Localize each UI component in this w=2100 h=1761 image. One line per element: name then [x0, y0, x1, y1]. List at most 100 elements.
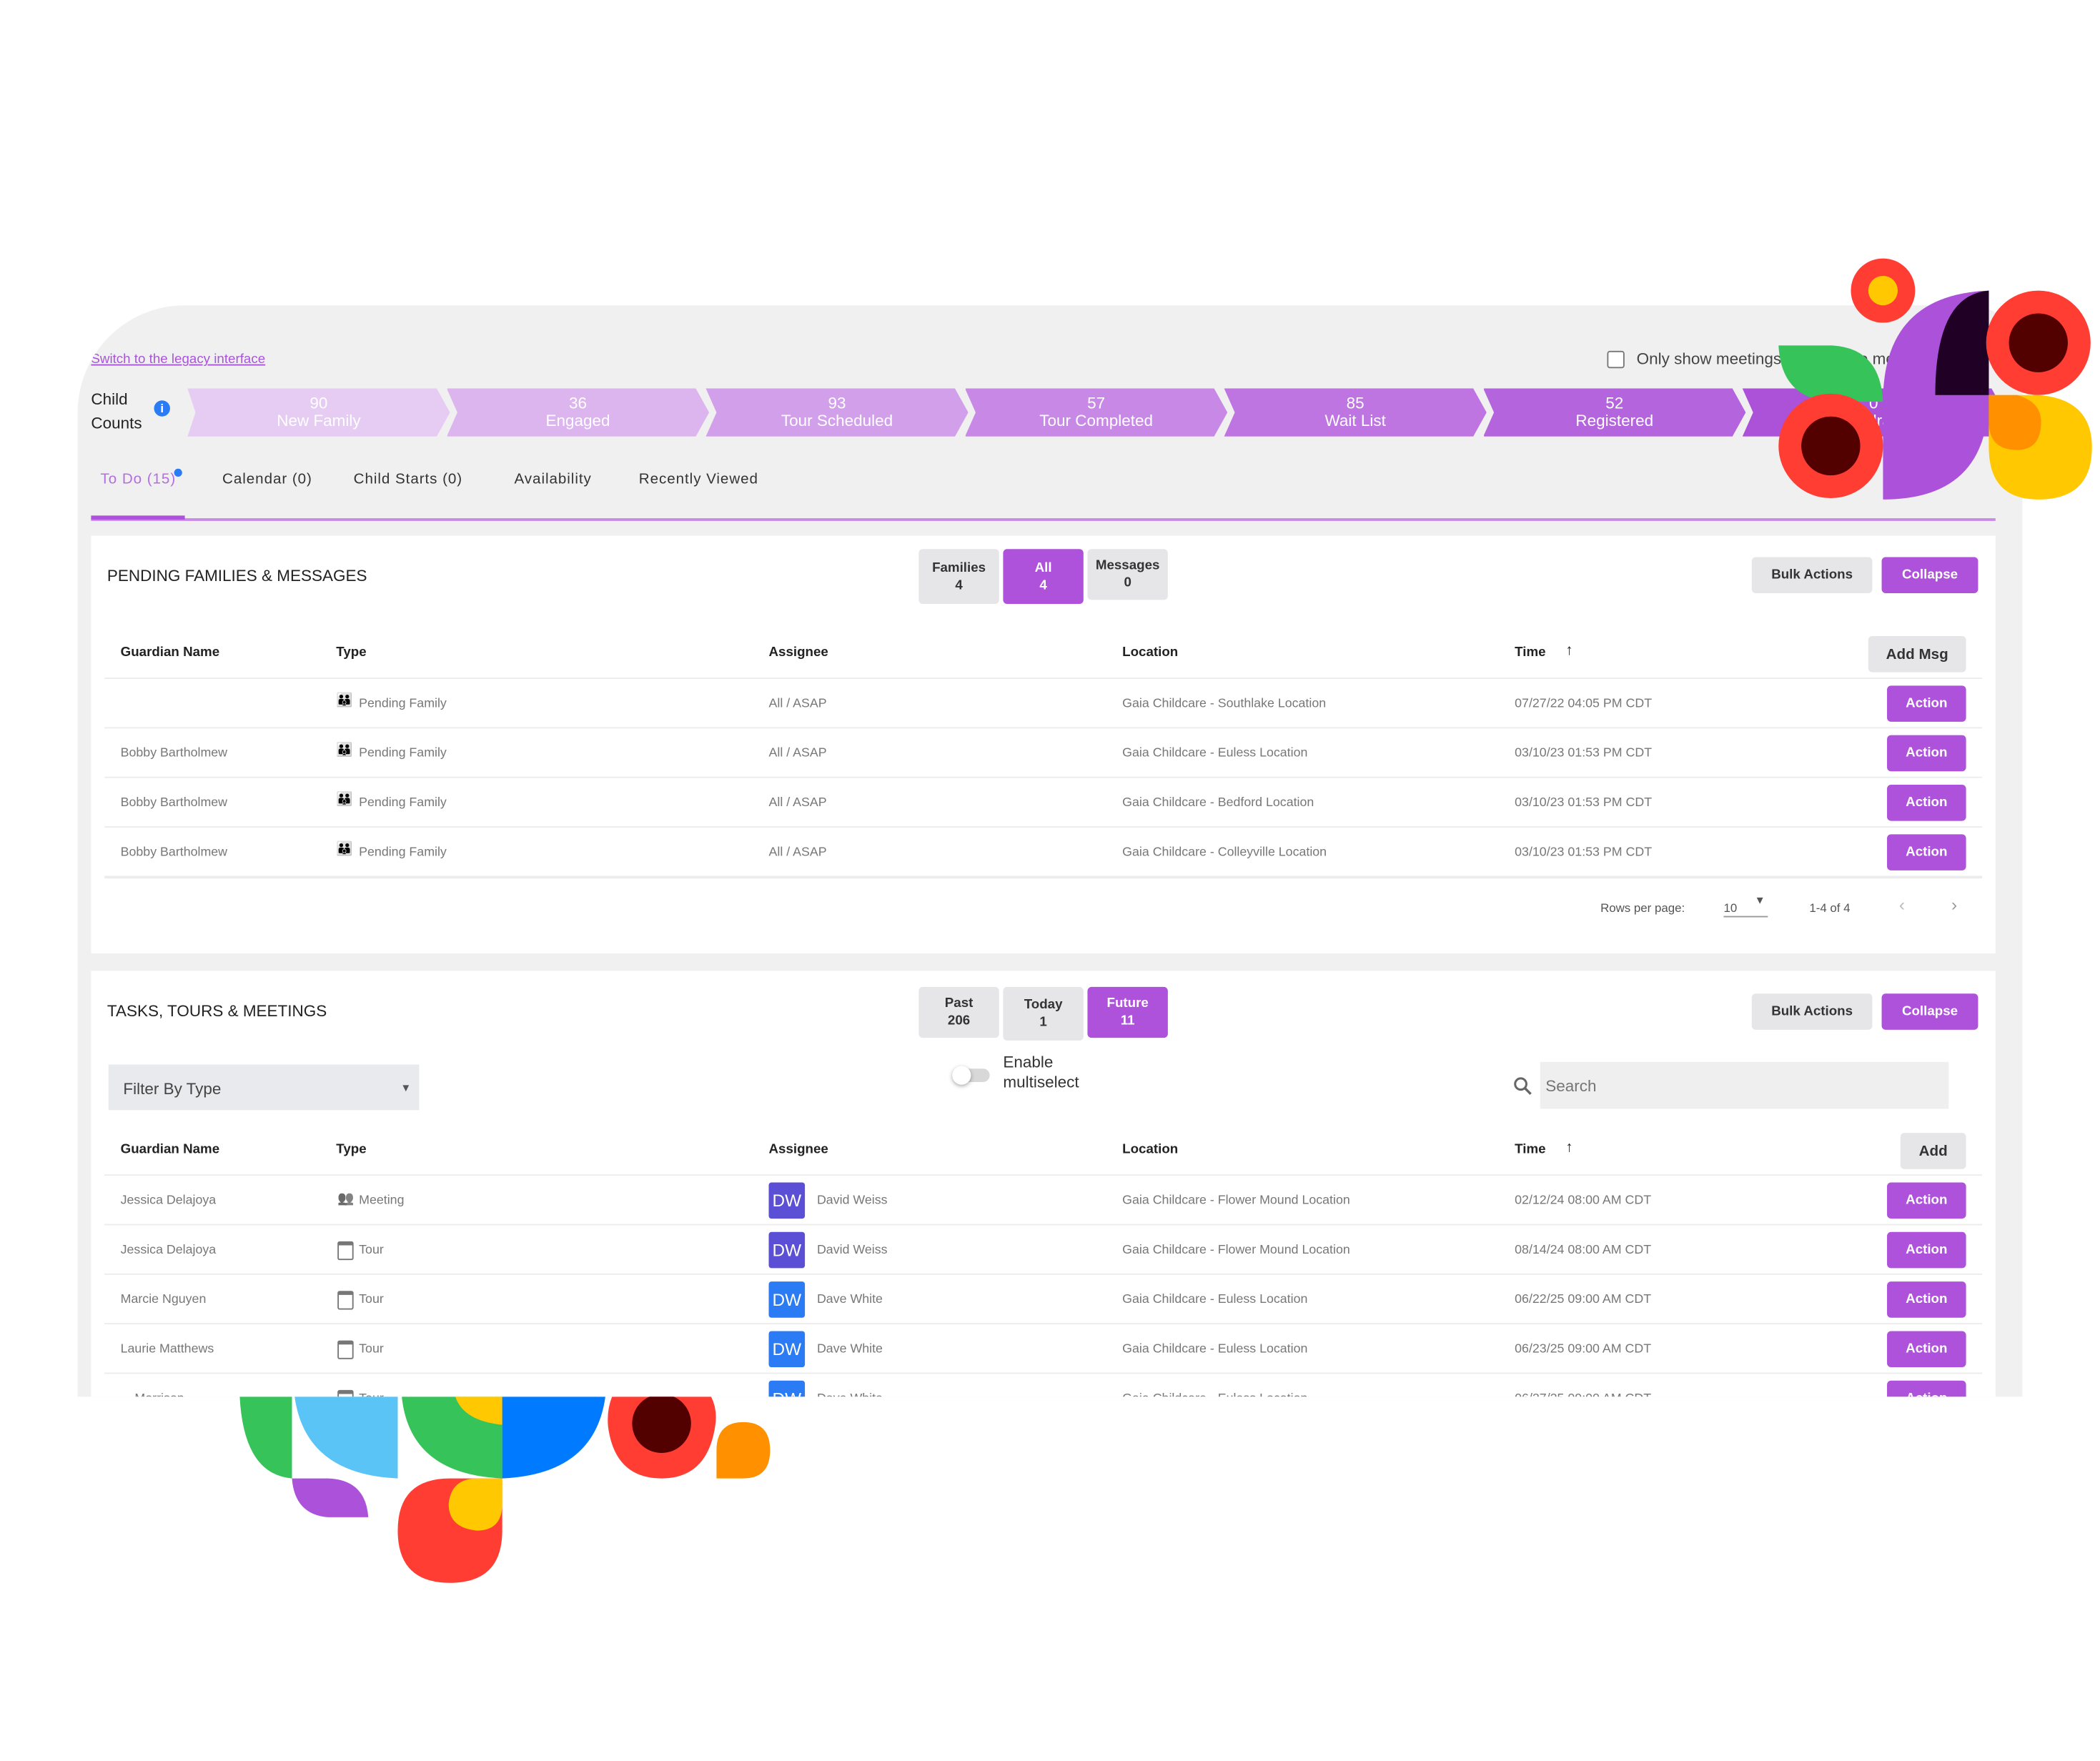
pipeline-stage-registered[interactable]: 52Registered: [1483, 388, 1745, 436]
prev-page-icon[interactable]: ‹: [1899, 895, 1905, 915]
avatar: DW: [769, 1281, 806, 1318]
segment-past[interactable]: Past206: [918, 987, 999, 1038]
location-text: Gaia Childcare - Euless Location: [1122, 1292, 1307, 1307]
collapse-button[interactable]: Collapse: [1882, 993, 1978, 1030]
tab-to-do[interactable]: To Do (15): [101, 472, 177, 487]
avatar: DW: [769, 1331, 806, 1367]
info-icon[interactable]: i: [154, 400, 169, 416]
multiselect-toggle[interactable]: [955, 1068, 990, 1082]
search-input[interactable]: [1540, 1062, 1948, 1109]
segment-future[interactable]: Future11: [1087, 987, 1167, 1038]
assignee-text: Dave White: [817, 1392, 883, 1397]
type-text: Tour: [359, 1292, 384, 1307]
rows-per-page-select[interactable]: 10 ▼: [1723, 895, 1768, 918]
add-button[interactable]: Add: [1901, 1133, 1966, 1169]
guardian-name[interactable]: Laurie Matthews: [121, 1341, 214, 1356]
type-text: Pending Family: [359, 795, 447, 810]
time-text: 03/10/23 01:53 PM CDT: [1515, 845, 1652, 860]
column-header-time[interactable]: Time: [1515, 645, 1545, 660]
segment-all[interactable]: All4: [1003, 549, 1083, 604]
guardian-name[interactable]: Bobby Bartholmew: [121, 795, 227, 810]
segment-today[interactable]: Today1: [1003, 987, 1083, 1041]
column-header-location[interactable]: Location: [1122, 1142, 1178, 1157]
time-text: 03/10/23 01:53 PM CDT: [1515, 795, 1652, 810]
guardian-name[interactable]: ... Morrison: [121, 1392, 184, 1397]
tab-calendar[interactable]: Calendar (0): [222, 472, 312, 487]
action-button[interactable]: Action: [1887, 1232, 1966, 1269]
assignee-text: Dave White: [817, 1292, 883, 1307]
bulk-actions-button[interactable]: Bulk Actions: [1752, 993, 1873, 1030]
time-text: 03/10/23 01:53 PM CDT: [1515, 746, 1652, 761]
segment-label: Future: [1087, 995, 1167, 1012]
type-text: Meeting: [359, 1193, 404, 1208]
stage-label: Wait List: [1224, 412, 1487, 430]
pipeline-stage-tour-scheduled[interactable]: 93Tour Scheduled: [705, 388, 968, 436]
pipeline-stage-wait-list[interactable]: 85Wait List: [1224, 388, 1487, 436]
action-button[interactable]: Action: [1887, 685, 1966, 722]
guardian-name[interactable]: Jessica Delajoya: [121, 1193, 217, 1208]
pending-panel: PENDING FAMILIES & MESSAGES Families4All…: [91, 535, 1995, 953]
segment-count: 0: [1087, 575, 1167, 592]
table-row: Jessica DelajoyaTourDWDavid WeissGaia Ch…: [104, 1224, 1982, 1275]
guardian-name[interactable]: Marcie Nguyen: [121, 1292, 207, 1307]
add-msg-button[interactable]: Add Msg: [1868, 636, 1966, 673]
segment-label: Past: [918, 995, 999, 1012]
pipeline-stage-engaged[interactable]: 36Engaged: [447, 388, 709, 436]
pipeline-stage-tour-completed[interactable]: 57Tour Completed: [965, 388, 1227, 436]
guardian-name[interactable]: Bobby Bartholmew: [121, 746, 227, 761]
column-header-assignee[interactable]: Assignee: [769, 1142, 828, 1157]
column-header-assignee[interactable]: Assignee: [769, 645, 828, 660]
tab-child-starts[interactable]: Child Starts (0): [354, 472, 462, 487]
decorative-shapes-bottom-left: [228, 1397, 791, 1591]
active-tab-indicator: [91, 515, 184, 520]
pipeline-stage-new-family[interactable]: 90New Family: [187, 388, 450, 436]
location-text: Gaia Childcare - Bedford Location: [1122, 795, 1314, 810]
sort-ascending-icon[interactable]: ↑: [1565, 1140, 1572, 1156]
family-icon: 👪: [336, 694, 352, 709]
bulk-actions-button[interactable]: Bulk Actions: [1752, 557, 1873, 593]
only-my-meetings-checkbox[interactable]: [1607, 351, 1624, 368]
tasks-panel: TASKS, TOURS & MEETINGS Past206Today1Fut…: [91, 971, 1995, 1397]
assignee-text: Dave White: [817, 1341, 883, 1356]
action-button[interactable]: Action: [1887, 1331, 1966, 1367]
tasks-title: TASKS, TOURS & MEETINGS: [107, 1002, 327, 1021]
column-header-type[interactable]: Type: [336, 1142, 366, 1157]
legacy-interface-link[interactable]: Switch to the legacy interface: [91, 352, 265, 367]
filter-by-type-select[interactable]: Filter By Type ▼: [109, 1065, 420, 1111]
tab-availability[interactable]: Availability: [515, 472, 592, 487]
stage-label: New Family: [187, 412, 450, 430]
time-text: 06/27/25 09:00 AM CDT: [1515, 1392, 1651, 1397]
table-row: Laurie MatthewsTourDWDave WhiteGaia Chil…: [104, 1323, 1982, 1374]
app-card: Switch to the legacy interface Only show…: [78, 305, 2023, 1397]
segment-label: Messages: [1087, 557, 1167, 574]
column-header-type[interactable]: Type: [336, 645, 366, 660]
guardian-name[interactable]: Bobby Bartholmew: [121, 845, 227, 860]
action-button[interactable]: Action: [1887, 834, 1966, 870]
table-row: ... MorrisonTourDWDave WhiteGaia Childca…: [104, 1373, 1982, 1397]
guardian-name[interactable]: Jessica Delajoya: [121, 1243, 217, 1258]
action-button[interactable]: Action: [1887, 785, 1966, 821]
next-page-icon[interactable]: ›: [1951, 895, 1957, 915]
table-row: 👪Pending FamilyAll / ASAPGaia Childcare …: [104, 678, 1982, 728]
action-button[interactable]: Action: [1887, 1281, 1966, 1318]
segment-families[interactable]: Families4: [918, 549, 999, 604]
stage-label: Registered: [1483, 412, 1745, 430]
calendar-icon: [337, 1341, 353, 1359]
action-button[interactable]: Action: [1887, 1182, 1966, 1219]
location-text: Gaia Childcare - Euless Location: [1122, 1341, 1307, 1356]
action-button[interactable]: Action: [1887, 735, 1966, 772]
page-range: 1-4 of 4: [1809, 901, 1850, 915]
multiselect-label-1: Enable: [1003, 1053, 1053, 1071]
column-header-guardian-name[interactable]: Guardian Name: [121, 1142, 220, 1157]
segment-count: 1: [1003, 1013, 1083, 1031]
action-button[interactable]: Action: [1887, 1381, 1966, 1397]
sort-ascending-icon[interactable]: ↑: [1565, 643, 1572, 658]
collapse-button[interactable]: Collapse: [1882, 557, 1978, 593]
column-header-time[interactable]: Time: [1515, 1142, 1545, 1157]
assignee-text: All / ASAP: [769, 696, 827, 711]
tab-recently-viewed[interactable]: Recently Viewed: [639, 472, 758, 487]
column-header-location[interactable]: Location: [1122, 645, 1178, 660]
column-header-guardian-name[interactable]: Guardian Name: [121, 645, 220, 660]
family-icon: 👪: [336, 743, 352, 758]
segment-messages[interactable]: Messages0: [1087, 549, 1167, 600]
